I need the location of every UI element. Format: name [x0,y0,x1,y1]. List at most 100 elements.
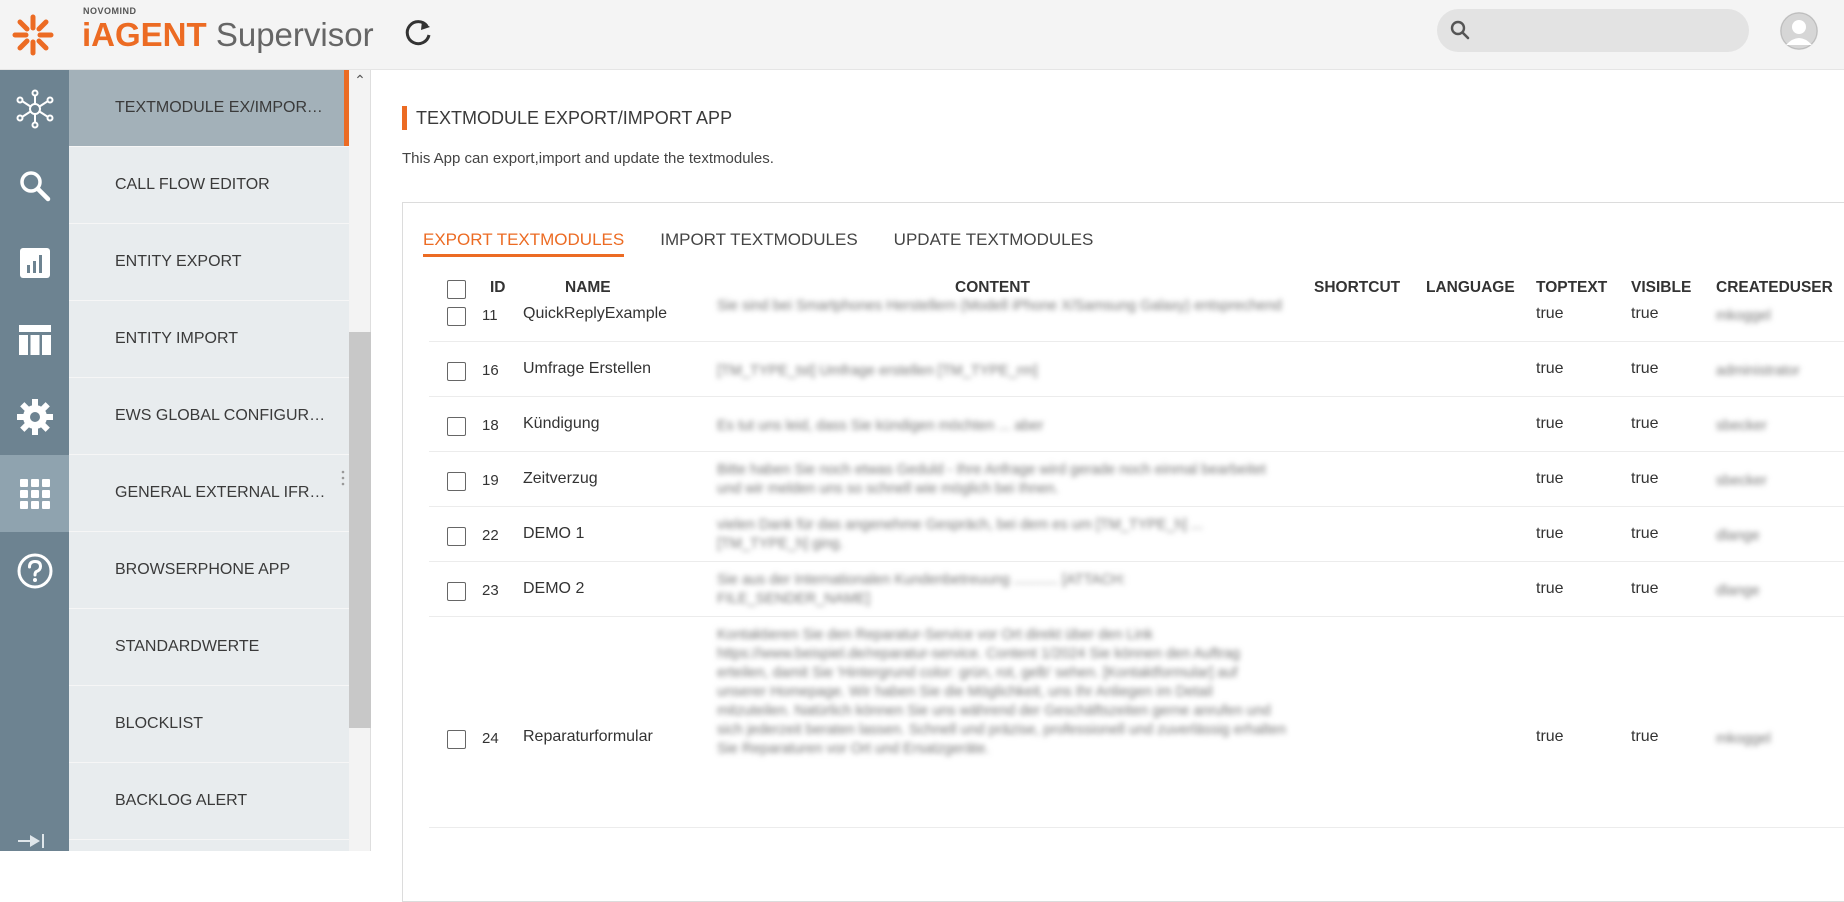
subnav-item-call-flow-editor[interactable]: CALL FLOW EDITOR [69,147,349,224]
subnav-item-entity-export[interactable]: ENTITY EXPORT [69,224,349,301]
cell-visible: true [1631,525,1659,542]
cell-name: QuickReplyExample [523,305,668,322]
select-all-checkbox[interactable] [447,280,466,299]
cell-visible: true [1631,580,1659,597]
cell-createduser: mkoggel [1716,308,1771,324]
cell-createduser: mkoggel [1716,731,1771,747]
cell-createduser: sbecker [1716,473,1767,489]
column-header-shortcut[interactable]: SHORTCUT [1314,271,1400,305]
subnav-item-backlog-alert[interactable]: BACKLOG ALERT [69,763,349,840]
cell-name: Reparaturformular [523,728,653,745]
cell-content: vielen Dank für das angenehme Gespräch, … [717,517,1203,552]
cell-content: Kontaktieren Sie den Reparatur-Service v… [717,627,1287,757]
apps-grid-icon [19,478,50,509]
rail-network[interactable] [0,70,69,147]
brand-vendor: NOVOMIND [83,6,137,16]
cell-id: 22 [482,527,499,544]
subnav-item-blocklist[interactable]: BLOCKLIST [69,686,349,763]
row-checkbox[interactable] [447,527,466,546]
cell-name: DEMO 1 [523,525,585,542]
cell-createduser: administrator [1716,363,1800,379]
row-checkbox[interactable] [447,730,466,749]
search-box[interactable] [1437,9,1749,52]
search-icon [1450,20,1470,40]
resize-grip-icon[interactable] [341,470,345,486]
cell-content: Bitte haben Sie noch etwas Geduld - Ihre… [717,462,1266,497]
collapse-sidebar-icon[interactable] [18,833,48,849]
subnav-item-browserphone-app[interactable]: BROWSERPHONE APP [69,532,349,609]
cell-toptext: true [1536,580,1564,597]
cell-id: 11 [482,307,498,324]
search-icon [19,170,50,201]
icon-rail [0,70,69,851]
rail-search[interactable] [0,147,69,224]
rail-reports[interactable] [0,224,69,301]
column-header-visible[interactable]: VISIBLE [1631,271,1691,305]
cell-toptext: true [1536,305,1564,322]
brand-part-2: Supervisor [215,16,374,53]
main-content: TEXTMODULE EXPORT/IMPORT APP This App ca… [371,70,1844,902]
textmodule-panel: EXPORT TEXTMODULES IMPORT TEXTMODULES UP… [402,202,1844,902]
cell-createduser: sbecker [1716,418,1767,434]
rail-settings[interactable] [0,378,69,455]
help-icon [17,553,52,588]
row-checkbox[interactable] [447,307,466,326]
scroll-up-icon[interactable]: ⌃ [349,70,371,90]
table-icon [18,324,51,355]
refresh-icon[interactable] [402,17,434,49]
tab-update-textmodules[interactable]: UPDATE TEXTMODULES [894,227,1094,257]
cell-createduser: dlange [1716,583,1760,599]
rail-apps[interactable] [0,455,69,532]
row-divider [429,396,1844,397]
top-bar: NOVOMIND iAGENT Supervisor [0,0,1844,70]
column-header-language[interactable]: LANGUAGE [1426,271,1515,305]
row-checkbox[interactable] [447,472,466,491]
subnav-item-entity-import[interactable]: ENTITY IMPORT [69,301,349,378]
gear-icon [16,398,53,435]
subnav-item-standardwerte[interactable]: STANDARDWERTE [69,609,349,686]
cell-id: 23 [482,582,499,599]
cell-id: 16 [482,362,499,379]
cell-toptext: true [1536,415,1564,432]
cell-createduser: dlange [1716,528,1760,544]
page-description: This App can export,import and update th… [402,150,774,167]
row-checkbox[interactable] [447,417,466,436]
subnav-item-general-external-iframe[interactable]: GENERAL EXTERNAL IFRAME APP [69,455,349,532]
tab-export-textmodules[interactable]: EXPORT TEXTMODULES [423,227,625,257]
cell-visible: true [1631,415,1659,432]
cell-content: Es tut uns leid, dass Sie kündigen möcht… [717,418,1044,434]
row-divider [429,561,1844,562]
row-divider [429,616,1844,617]
row-divider [429,827,1844,828]
cell-visible: true [1631,470,1659,487]
app-title: iAGENT Supervisor [82,16,374,54]
tab-bar: EXPORT TEXTMODULES IMPORT TEXTMODULES UP… [423,227,1129,257]
page-title: TEXTMODULE EXPORT/IMPORT APP [402,106,732,130]
column-header-id[interactable]: ID [490,271,506,305]
cell-content: Sie aus der Internationalen Kundenbetreu… [717,572,1126,607]
row-checkbox[interactable] [447,362,466,381]
cell-visible: true [1631,728,1659,745]
cell-name: Umfrage Erstellen [523,360,652,377]
subnav-scrollbar[interactable]: ⌃ [349,70,371,851]
search-input[interactable] [1477,15,1737,45]
column-header-createduser[interactable]: CREATEDUSER [1716,271,1833,305]
row-checkbox[interactable] [447,582,466,601]
subnav-item-textmodule-ex-import[interactable]: TEXTMODULE EX/IMPORT APP [69,70,349,147]
rail-help[interactable] [0,532,69,609]
cell-toptext: true [1536,525,1564,542]
tab-import-textmodules[interactable]: IMPORT TEXTMODULES [660,227,857,257]
cell-toptext: true [1536,470,1564,487]
column-header-name[interactable]: NAME [565,271,611,305]
scrollbar-thumb[interactable] [349,332,371,728]
rail-tables[interactable] [0,301,69,378]
user-avatar-icon[interactable] [1780,12,1818,50]
app-subnav: TEXTMODULE EX/IMPORT APP CALL FLOW EDITO… [69,70,349,851]
cell-toptext: true [1536,728,1564,745]
subnav-item-ews-global-configuration[interactable]: EWS GLOBAL CONFIGURATION [69,378,349,455]
row-divider [429,506,1844,507]
row-divider [429,451,1844,452]
cell-id: 19 [482,472,499,489]
column-header-toptext[interactable]: TOPTEXT [1536,271,1607,305]
cell-name: Kündigung [523,415,600,432]
